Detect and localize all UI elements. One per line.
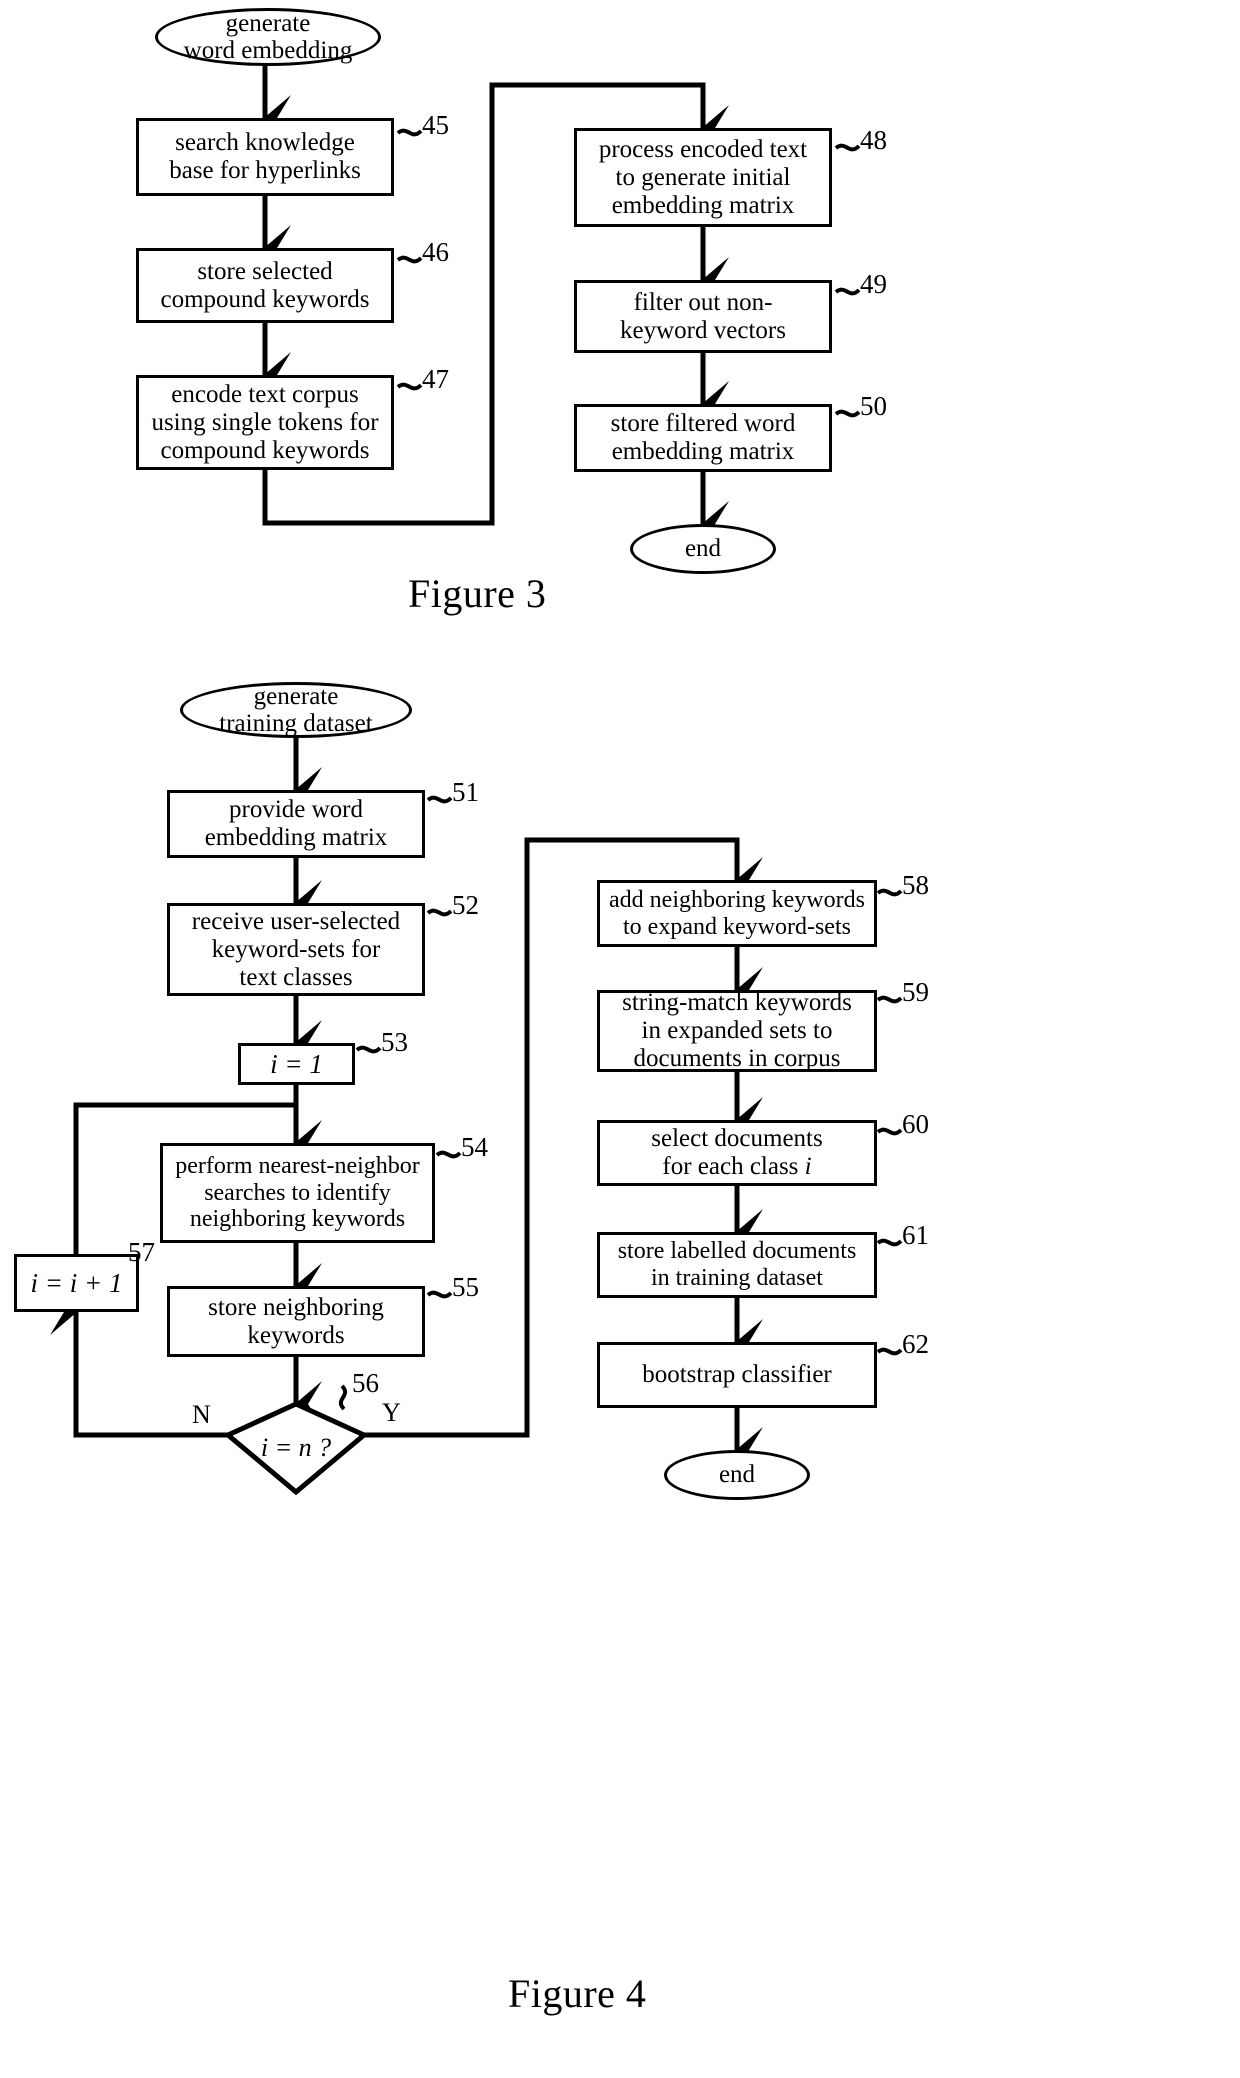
- figure3-step-47: encode text corpus using single tokens f…: [136, 375, 394, 470]
- figure3-step-48: process encoded text to generate initial…: [574, 128, 832, 227]
- figure3-end-terminal: end: [630, 524, 776, 574]
- figure4-ref-61: 61: [902, 1220, 929, 1250]
- figure4-step-52: receive user-selected keyword-sets for t…: [167, 903, 425, 996]
- figure4-step-57: i = i + 1: [14, 1254, 139, 1312]
- figure4-ref-58: 58: [902, 870, 929, 900]
- figure4-step-54: perform nearest-neighbor searches to ide…: [160, 1143, 435, 1243]
- figure4-start-label: generate training dataset: [219, 682, 373, 738]
- figure4-step-61-label: store labelled documents in training dat…: [617, 1238, 857, 1291]
- figure3-ref-46: 46: [422, 237, 449, 267]
- figure3-ref-47: 47: [422, 364, 449, 394]
- figure3-step-47-label: encode text corpus using single tokens f…: [151, 380, 379, 464]
- figure4-ref-53: 53: [381, 1027, 408, 1057]
- figure3-step-45-label: search knowledge base for hyperlinks: [169, 129, 361, 184]
- figure4-step-51: provide word embedding matrix: [167, 790, 425, 858]
- figure3-step-49-label: filter out non- keyword vectors: [620, 288, 786, 344]
- figure4-step-62: bootstrap classifier: [597, 1342, 877, 1408]
- figure3-ref-49: 49: [860, 269, 887, 299]
- figure4-start-terminal: generate training dataset: [180, 682, 412, 738]
- figure4-step-53: i = 1: [238, 1043, 355, 1085]
- figure4-step-53-label: i = 1: [270, 1048, 323, 1079]
- figure4-step-57-label: i = i + 1: [30, 1267, 123, 1298]
- figure4-step-54-label: perform nearest-neighbor searches to ide…: [175, 1152, 420, 1233]
- figure4-ref-60: 60: [902, 1109, 929, 1139]
- figure4-ref-56: 56: [352, 1368, 379, 1398]
- figure3-step-48-label: process encoded text to generate initial…: [598, 135, 808, 219]
- figure3-start-terminal: generate word embedding: [155, 8, 381, 66]
- figure3-step-50-label: store filtered word embedding matrix: [610, 410, 796, 465]
- figure3-ref-48: 48: [860, 125, 887, 155]
- figure4-end-terminal: end: [664, 1450, 810, 1500]
- figure4-decision-56: i = n ?: [228, 1404, 364, 1492]
- figure4-step-58-label: add neighboring keywords to expand keywo…: [609, 886, 865, 940]
- figure4-step-60-label: select documents for each class i: [651, 1125, 823, 1180]
- figure3-end-label: end: [684, 535, 722, 563]
- figure3-step-49: filter out non- keyword vectors: [574, 280, 832, 353]
- figure4-step-55-label: store neighboring keywords: [208, 1293, 384, 1349]
- patent-figure-sheet: generate word embedding search knowledge…: [0, 0, 1240, 2078]
- figure4-decision-label: i = n ?: [260, 1433, 332, 1462]
- figure3-step-46: store selected compound keywords: [136, 248, 394, 323]
- figure3-caption: Figure 3: [408, 571, 547, 616]
- figure3-ref-45: 45: [422, 110, 449, 140]
- figure4-end-label: end: [718, 1461, 756, 1489]
- figure3-start-label: generate word embedding: [183, 9, 353, 65]
- figure3-step-45: search knowledge base for hyperlinks: [136, 118, 394, 196]
- figure4-branch-no: N: [192, 1400, 211, 1429]
- figure4-ref-51: 51: [452, 777, 479, 807]
- figure4-step-51-label: provide word embedding matrix: [204, 796, 388, 851]
- figure3-step-46-label: store selected compound keywords: [160, 257, 370, 313]
- figure4-step-52-label: receive user-selected keyword-sets for t…: [191, 907, 401, 991]
- figure4-ref-52: 52: [452, 890, 479, 920]
- figure3-ref-50: 50: [860, 391, 887, 421]
- figure4-step-62-label: bootstrap classifier: [642, 1361, 832, 1388]
- figure4-ref-59: 59: [902, 977, 929, 1007]
- figure4-step-59: string-match keywords in expanded sets t…: [597, 989, 877, 1072]
- figure3-step-50: store filtered word embedding matrix: [574, 404, 832, 472]
- figure4-ref-55: 55: [452, 1272, 479, 1302]
- figure4-step-59-label: string-match keywords in expanded sets t…: [622, 989, 852, 1072]
- figure4-step-58: add neighboring keywords to expand keywo…: [597, 880, 877, 947]
- figure4-caption: Figure 4: [508, 1971, 647, 2016]
- figure4-ref-62: 62: [902, 1329, 929, 1359]
- figure4-step-55: store neighboring keywords: [167, 1286, 425, 1357]
- figure4-ref-57: 57: [128, 1237, 155, 1267]
- figure4-step-60: select documents for each class i: [597, 1120, 877, 1186]
- figure4-branch-yes: Y: [382, 1398, 401, 1427]
- figure4-step-61: store labelled documents in training dat…: [597, 1232, 877, 1298]
- figure4-ref-54: 54: [461, 1132, 488, 1162]
